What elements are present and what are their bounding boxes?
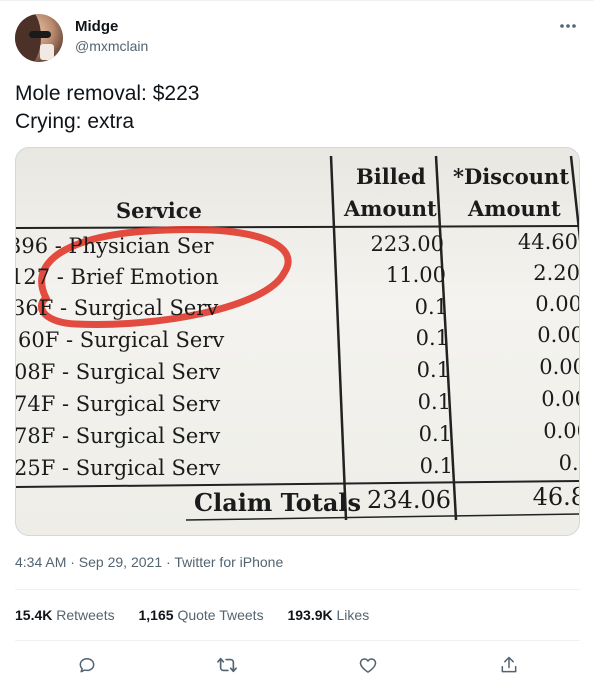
- row-service: 25F - Surgical Serv: [15, 456, 221, 480]
- row-discount: 0.00: [535, 292, 580, 316]
- retweet-icon[interactable]: [214, 652, 240, 678]
- row-billed: 0.1: [415, 326, 449, 350]
- quotes-label: Quote Tweets: [177, 607, 264, 623]
- header-discount-2: Amount: [468, 196, 561, 221]
- tweet-text-line-1: Mole removal: $223: [15, 82, 200, 105]
- row-discount: 0.00: [539, 355, 579, 379]
- retweets-stat[interactable]: 15.4K Retweets: [15, 607, 115, 623]
- tweet-photo[interactable]: Service Billed Amount *Discount Amount 3…: [15, 147, 580, 536]
- header-billed-1: Billed: [356, 164, 426, 189]
- row-billed: 11.00: [385, 263, 446, 287]
- row-service: 78F - Surgical Serv: [15, 424, 221, 448]
- avatar-cup: [40, 44, 54, 60]
- quotes-count: 1,165: [138, 607, 174, 623]
- totals-label: Claim Totals: [194, 488, 362, 517]
- tweet-header: Midge @mxmclain: [15, 14, 580, 64]
- tweet-text: Mole removal: $223 Crying: extra: [15, 80, 199, 136]
- row-service: 36F - Surgical Serv: [15, 296, 219, 320]
- more-dots-icon[interactable]: [556, 16, 580, 36]
- author-name[interactable]: Midge: [75, 18, 118, 35]
- likes-label: Likes: [336, 607, 370, 623]
- quotes-stat[interactable]: 1,165 Quote Tweets: [139, 607, 264, 623]
- row-service: 08F - Surgical Serv: [15, 360, 221, 384]
- retweets-count: 15.4K: [15, 607, 53, 623]
- tweet-actions: [15, 652, 580, 678]
- row-billed: 0.1: [417, 390, 451, 414]
- row-billed: 0.1: [418, 422, 452, 446]
- row-billed: 0.1: [419, 454, 453, 478]
- row-service: 74F - Surgical Serv: [15, 392, 221, 416]
- likes-count: 193.9K: [287, 607, 333, 623]
- meta-separator: ·: [162, 554, 175, 570]
- avatar-glasses: [29, 31, 51, 38]
- timestamp[interactable]: 4:34 AM · Sep 29, 2021: [15, 554, 162, 570]
- totals-discount: 46.8: [532, 483, 579, 511]
- row-discount: 2.20: [533, 261, 580, 285]
- heart-icon[interactable]: [355, 652, 381, 678]
- share-icon[interactable]: [496, 652, 522, 678]
- header-billed-2: Amount: [344, 196, 437, 221]
- reply-icon[interactable]: [74, 652, 100, 678]
- avatar[interactable]: [15, 14, 63, 62]
- header-discount-1: *Discount: [453, 164, 570, 189]
- row-discount: 0.0: [558, 451, 579, 475]
- tweet-text-line-2: Crying: extra: [15, 110, 135, 133]
- totals-billed: 234.06: [367, 486, 451, 514]
- retweets-label: Retweets: [56, 607, 115, 623]
- row-billed: 0.1: [416, 358, 450, 382]
- tweet-meta: 4:34 AM · Sep 29, 2021 · Twitter for iPh…: [15, 554, 283, 570]
- top-border: [0, 0, 594, 1]
- row-service: 127 - Brief Emotion: [15, 265, 219, 289]
- likes-stat[interactable]: 193.9K Likes: [287, 607, 369, 623]
- row-billed: 0.1: [414, 295, 448, 319]
- header-service: Service: [116, 198, 202, 223]
- row-billed: 223.00: [370, 232, 444, 256]
- row-discount: 0.00: [543, 419, 579, 443]
- row-service: 60F - Surgical Serv: [18, 328, 225, 352]
- tweet-source[interactable]: Twitter for iPhone: [174, 554, 283, 570]
- row-service: 396 - Physician Ser: [15, 234, 214, 258]
- author-handle[interactable]: @mxmclain: [75, 38, 148, 54]
- row-discount: 0.00: [541, 387, 579, 411]
- tweet-stats: 15.4K Retweets 1,165 Quote Tweets 193.9K…: [15, 607, 389, 623]
- avatar-hair: [15, 14, 41, 62]
- row-discount: 44.60: [517, 230, 578, 254]
- divider: [15, 589, 580, 590]
- row-discount: 0.00: [537, 323, 580, 347]
- divider: [15, 640, 580, 641]
